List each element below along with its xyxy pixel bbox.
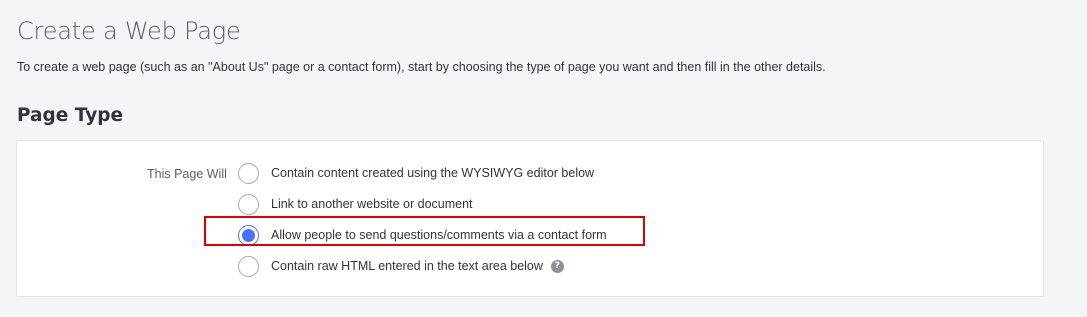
radio-option-raw-html[interactable]: Contain raw HTML entered in the text are… xyxy=(238,254,564,278)
page-type-panel: This Page Will Contain content created u… xyxy=(16,140,1044,297)
radio-button-link[interactable] xyxy=(238,193,259,215)
radio-label-link[interactable]: Link to another website or document xyxy=(271,196,473,212)
help-icon[interactable]: ? xyxy=(550,259,564,273)
radio-label-contact-form[interactable]: Allow people to send questions/comments … xyxy=(271,227,607,243)
radio-button-raw-html[interactable] xyxy=(238,255,259,277)
page-title: Create a Web Page xyxy=(17,17,241,45)
radio-label-wysiwyg[interactable]: Contain content created using the WYSIWY… xyxy=(271,165,594,181)
create-web-page: Create a Web Page To create a web page (… xyxy=(0,0,1087,317)
radio-label-raw-html[interactable]: Contain raw HTML entered in the text are… xyxy=(271,258,543,274)
field-label-this-page-will: This Page Will xyxy=(147,167,227,181)
radio-button-wysiwyg[interactable] xyxy=(238,162,259,184)
radio-button-contact-form[interactable] xyxy=(238,224,259,246)
radio-option-contact-form[interactable]: Allow people to send questions/comments … xyxy=(238,223,607,247)
section-heading-page-type: Page Type xyxy=(17,105,124,126)
page-intro: To create a web page (such as an "About … xyxy=(17,60,826,74)
radio-option-wysiwyg[interactable]: Contain content created using the WYSIWY… xyxy=(238,161,594,185)
radio-option-link[interactable]: Link to another website or document xyxy=(238,192,473,216)
